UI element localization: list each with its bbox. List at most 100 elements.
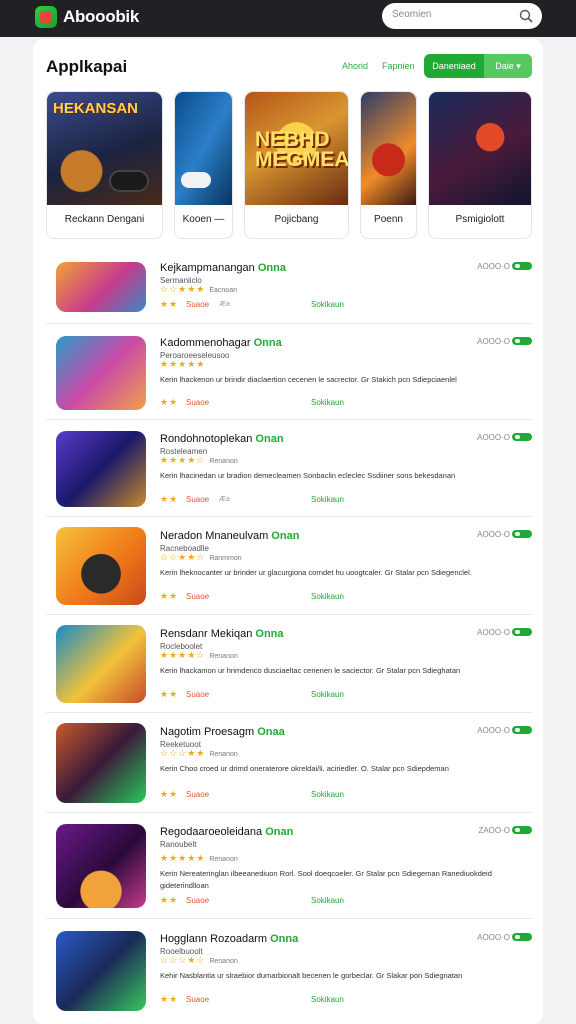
verified-badge-icon: [512, 262, 532, 270]
app-link[interactable]: Sokikaun: [311, 690, 344, 699]
verified-badge-icon: [512, 628, 532, 636]
app-thumbnail[interactable]: [56, 262, 146, 312]
page-title: Applkapai: [46, 57, 128, 76]
app-size: ZAOO·O: [478, 826, 510, 835]
featured-label: Reckann Dengani: [64, 214, 145, 225]
star-icon: ★★: [160, 689, 179, 699]
app-title[interactable]: Rensdanr Mekiqan Onna: [160, 628, 284, 640]
list-item[interactable]: Kejkampmanangan Onna Sermaniiclo ☆☆★★★ Ea…: [46, 252, 532, 324]
primary-button-label[interactable]: Daneniaed: [424, 54, 484, 78]
app-thumbnail[interactable]: [56, 824, 146, 908]
app-rating: ☆☆☆★★ Renanon: [160, 748, 238, 758]
app-foot-label: Suaoe: [186, 592, 210, 601]
featured-card[interactable]: NEBHD MEGMEA Pojicbang: [244, 91, 349, 239]
app-title[interactable]: Nagotim Proesagm Onaa: [160, 726, 285, 738]
app-title[interactable]: Regodaaroeoleidana Onan: [160, 826, 293, 838]
app-thumbnail[interactable]: [56, 431, 146, 507]
app-description: Kerin Choo croed ur drimd oneraterore ok…: [160, 764, 449, 773]
tab-link-1[interactable]: Ahorid: [342, 61, 368, 71]
star-icon: ★★: [160, 494, 179, 504]
featured-label: Psmigiolott: [455, 214, 505, 225]
brand-name: Abooobik: [63, 7, 139, 26]
list-item[interactable]: Nagotim Proesagm Onaa Reeketuoot ☆☆☆★★ Re…: [46, 713, 532, 813]
gamepad-icon: [109, 170, 149, 192]
list-item[interactable]: Regodaaroeoleidana Onan Ranoubelt ★★★★★ R…: [46, 813, 532, 919]
app-link[interactable]: Sokikaun: [311, 300, 344, 309]
list-item[interactable]: Rensdanr Mekiqan Onna Rocleboolet ★★★★☆ R…: [46, 615, 532, 713]
app-rating: ★★★★☆ Renanon: [160, 455, 238, 465]
app-rating: ★★★★★ Renanon: [160, 853, 238, 863]
app-rating: ☆☆★★★ Eacnoan: [160, 284, 237, 294]
app-link[interactable]: Sokikaun: [311, 495, 344, 504]
featured-art-title: NEBHD MEGMEA: [255, 128, 349, 171]
verified-badge-icon: [512, 826, 532, 834]
featured-carousel: HEKANSAN Reckann Dengani Kooen — NEBHD M…: [46, 91, 532, 239]
app-foot-label: Suaoe: [186, 896, 210, 905]
list-item[interactable]: Neradon Mnaneulvam Onan Racneboadlle ☆☆★…: [46, 517, 532, 615]
app-description: Kerin lhacinedan ur bradion demecleamen …: [160, 471, 456, 480]
top-bar: Abooobik Seomien: [0, 0, 576, 37]
tab-link-2[interactable]: Fapnien: [382, 61, 415, 71]
app-foot-label: Suaoe: [186, 398, 210, 407]
featured-card[interactable]: Poenn: [360, 91, 417, 239]
app-thumbnail[interactable]: [56, 527, 146, 605]
app-foot-label: Suaoe: [186, 790, 210, 799]
star-icon: ★★: [160, 789, 179, 799]
app-link[interactable]: Sokikaun: [311, 995, 344, 1004]
verified-badge-icon: [512, 726, 532, 734]
featured-card[interactable]: HEKANSAN Reckann Dengani: [46, 91, 163, 239]
app-foot-label: Suaoe: [186, 690, 210, 699]
app-rating: ☆☆☆★☆ Renanon: [160, 955, 238, 965]
star-icon: ★★: [160, 591, 179, 601]
app-thumbnail[interactable]: [56, 723, 146, 803]
featured-label: Poenn: [374, 214, 403, 225]
primary-button[interactable]: Daneniaed Daie ▾: [424, 54, 532, 78]
featured-art: HEKANSAN: [47, 92, 162, 205]
app-rating: ★★★★★: [160, 359, 206, 369]
app-rating: ★★★★☆ Renanon: [160, 650, 238, 660]
app-description: Kehir Nasblantia ur slraebior dumarbiona…: [160, 971, 463, 980]
app-title[interactable]: Kadommenohagar Onna: [160, 337, 282, 349]
featured-art: [429, 92, 531, 205]
star-icon: ★★: [160, 994, 179, 1004]
app-link[interactable]: Sokikaun: [311, 398, 344, 407]
star-icon: ★★: [160, 299, 179, 309]
app-description: Kerin Nereateringlan ilbeeanediuon Rorl.…: [160, 869, 492, 890]
featured-card[interactable]: Kooen —: [174, 91, 233, 239]
app-description: Kerin lhackamon ur hrimdenco dusciaeltac…: [160, 666, 461, 675]
app-link[interactable]: Sokikaun: [311, 896, 344, 905]
app-thumbnail[interactable]: [56, 625, 146, 703]
app-title[interactable]: Neradon Mnaneulvam Onan: [160, 530, 299, 542]
app-title[interactable]: Kejkampmanangan Onna: [160, 262, 286, 274]
app-thumbnail[interactable]: [56, 931, 146, 1011]
list-item[interactable]: Hogglann Rozoadarm Onna Rooelbuoolt ☆☆☆★…: [46, 919, 532, 1023]
verified-badge-icon: [512, 433, 532, 441]
star-icon: ★★: [160, 397, 179, 407]
app-link[interactable]: Sokikaun: [311, 592, 344, 601]
list-item[interactable]: Rondohnotoplekan Onan Rosteleamen ★★★★☆ R…: [46, 420, 532, 517]
featured-label: Pojicbang: [274, 214, 319, 225]
primary-button-dropdown[interactable]: Daie ▾: [484, 54, 532, 78]
featured-art: [361, 92, 416, 205]
app-rating: ☆☆★★☆ Ranmmon: [160, 552, 242, 562]
search-icon[interactable]: [519, 9, 533, 23]
list-item[interactable]: Kadommenohagar Onna Peroaroeeseleusoo ★★…: [46, 324, 532, 420]
verified-badge-icon: [512, 933, 532, 941]
app-size: AOOO·O: [477, 530, 510, 539]
featured-art-title: HEKANSAN: [53, 100, 139, 117]
app-link[interactable]: Sokikaun: [311, 790, 344, 799]
app-description: Kerin lheknocanter ur brinder ur glacurg…: [160, 568, 472, 577]
featured-art: NEBHD MEGMEA: [245, 92, 348, 205]
app-foot-label: Suaoe: [186, 495, 210, 504]
featured-card[interactable]: Psmigiolott: [428, 91, 532, 239]
app-title[interactable]: Rondohnotoplekan Onan: [160, 433, 284, 445]
brand[interactable]: Abooobik: [35, 6, 139, 28]
search-input[interactable]: Seomien: [392, 9, 431, 20]
app-foot-label: Suaoe: [186, 300, 210, 309]
search-bar[interactable]: Seomien: [382, 3, 542, 29]
app-size: AOOO·O: [477, 262, 510, 271]
app-thumbnail[interactable]: [56, 336, 146, 410]
app-title[interactable]: Hogglann Rozoadarm Onna: [160, 933, 298, 945]
featured-art: [175, 92, 232, 205]
app-foot-meta: Æa: [219, 301, 230, 308]
